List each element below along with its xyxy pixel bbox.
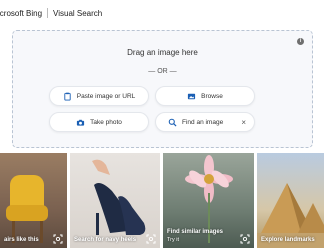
image-icon [187,92,196,101]
example-tile-chairs[interactable]: airs like this [0,153,67,248]
tile-caption: Search for navy heels [74,237,137,243]
pyramids-image [257,183,324,248]
browse-label: Browse [201,92,223,100]
example-tile-flower[interactable]: Find similar images Try it [163,153,254,248]
info-icon[interactable]: i [297,38,304,45]
example-tile-heels[interactable]: Search for navy heels [70,153,160,248]
header-bar: icrosoft Bing Visual Search [0,0,324,26]
search-icon [168,118,177,127]
header-divider [47,8,49,18]
bing-logo-text[interactable]: icrosoft Bing [0,9,42,18]
paste-image-button[interactable]: Paste image or URL [49,86,149,106]
paste-image-label: Paste image or URL [76,92,136,100]
clear-icon[interactable]: × [241,118,246,127]
camera-icon [76,118,85,127]
visual-search-icon[interactable] [53,234,63,244]
drag-instruction: Drag an image here [127,48,198,57]
take-photo-button[interactable]: Take photo [49,112,149,132]
image-url-placeholder: Find an image [182,118,224,126]
take-photo-label: Take photo [90,118,122,126]
browse-button[interactable]: Browse [155,86,255,106]
example-tile-landmarks[interactable]: Explore landmarks [257,153,324,248]
clipboard-icon [63,92,72,101]
tile-caption: airs like this [4,237,39,243]
image-url-field[interactable]: Find an image × [155,112,255,132]
tile-caption-title: Find similar images [167,229,224,235]
tile-caption: Find similar images Try it [167,228,223,244]
example-tiles: airs like this Search for navy heels Fin… [0,153,324,248]
or-divider-text: — OR — [148,68,177,75]
page-title: Visual Search [53,8,103,18]
tile-caption-sub: Try it [167,237,180,243]
image-drop-zone[interactable]: i Drag an image here — OR — Paste image … [12,30,313,148]
visual-search-icon[interactable] [240,234,250,244]
visual-search-icon[interactable] [146,234,156,244]
tile-caption: Explore landmarks [261,237,315,243]
